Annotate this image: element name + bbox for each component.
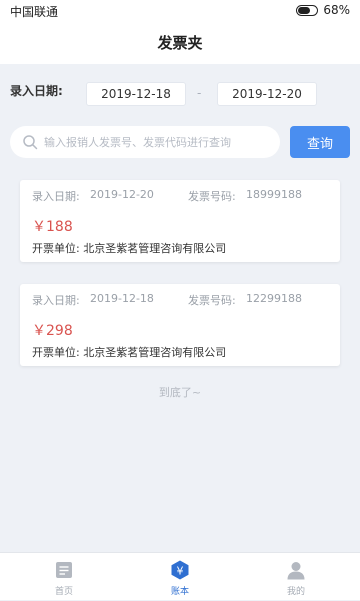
invoice-number-label: 发票号码: xyxy=(188,190,236,203)
date-filter-label: 录入日期: xyxy=(10,84,63,98)
tab-home[interactable]: 首页 xyxy=(4,553,124,601)
invoice-amount: ￥298 xyxy=(32,323,73,339)
ledger-icon: ¥ xyxy=(171,560,189,580)
battery-icon xyxy=(296,4,319,16)
invoice-number-value: 18999188 xyxy=(246,188,302,201)
date-separator: - xyxy=(197,86,202,100)
search-box[interactable] xyxy=(10,126,280,158)
issuer-value: 北京圣紫茗管理咨询有限公司 xyxy=(83,346,227,359)
end-date-picker[interactable]: 2019-12-20 xyxy=(217,82,317,106)
issuer-label: 开票单位: xyxy=(32,242,80,255)
invoice-card[interactable]: 录入日期: 2019-12-18 发票号码: 12299188 ￥298 开票单… xyxy=(20,284,340,366)
battery-percent: 68% xyxy=(323,3,350,17)
invoice-number-label: 发票号码: xyxy=(188,294,236,307)
carrier-name: 中国联通 xyxy=(10,5,59,19)
battery-indicator: 68% xyxy=(296,3,350,17)
entry-date-value: 2019-12-18 xyxy=(90,292,154,305)
tab-home-label: 首页 xyxy=(54,587,73,597)
tab-mine[interactable]: 我的 xyxy=(236,553,356,601)
battery-fill xyxy=(298,6,310,14)
start-date-picker[interactable]: 2019-12-18 xyxy=(86,82,186,106)
status-bar: 中国联通 68% xyxy=(0,0,360,22)
entry-date-label: 录入日期: xyxy=(32,294,80,307)
list-end-text: 到底了~ xyxy=(158,386,202,399)
tab-mine-label: 我的 xyxy=(286,587,305,597)
search-input[interactable] xyxy=(44,126,272,158)
search-row: 查询 xyxy=(0,124,360,160)
nav-bar: 发票夹 xyxy=(0,22,360,64)
search-icon xyxy=(23,135,38,150)
invoice-amount: ￥188 xyxy=(32,219,73,235)
entry-date-label: 录入日期: xyxy=(32,190,80,203)
issuer-value: 北京圣紫茗管理咨询有限公司 xyxy=(83,242,227,255)
svg-text:¥: ¥ xyxy=(177,565,184,578)
entry-date-value: 2019-12-20 xyxy=(90,188,154,201)
tab-ledger-label: 账本 xyxy=(170,587,189,597)
page-title: 发票夹 xyxy=(157,34,203,52)
invoice-number-value: 12299188 xyxy=(246,292,302,305)
issuer-label: 开票单位: xyxy=(32,346,80,359)
tab-ledger[interactable]: ¥ 账本 xyxy=(120,553,240,601)
issuer-row: 开票单位: 北京圣紫茗管理咨询有限公司 xyxy=(32,344,226,360)
query-button[interactable]: 查询 xyxy=(290,126,350,158)
home-icon xyxy=(56,562,72,578)
tab-bar: 首页 ¥ 账本 我的 xyxy=(0,552,360,600)
date-filter-row: 录入日期: 2019-12-18 - 2019-12-20 xyxy=(0,76,360,106)
person-icon xyxy=(287,562,305,580)
invoice-card[interactable]: 录入日期: 2019-12-20 发票号码: 18999188 ￥188 开票单… xyxy=(20,180,340,262)
issuer-row: 开票单位: 北京圣紫茗管理咨询有限公司 xyxy=(32,240,226,256)
